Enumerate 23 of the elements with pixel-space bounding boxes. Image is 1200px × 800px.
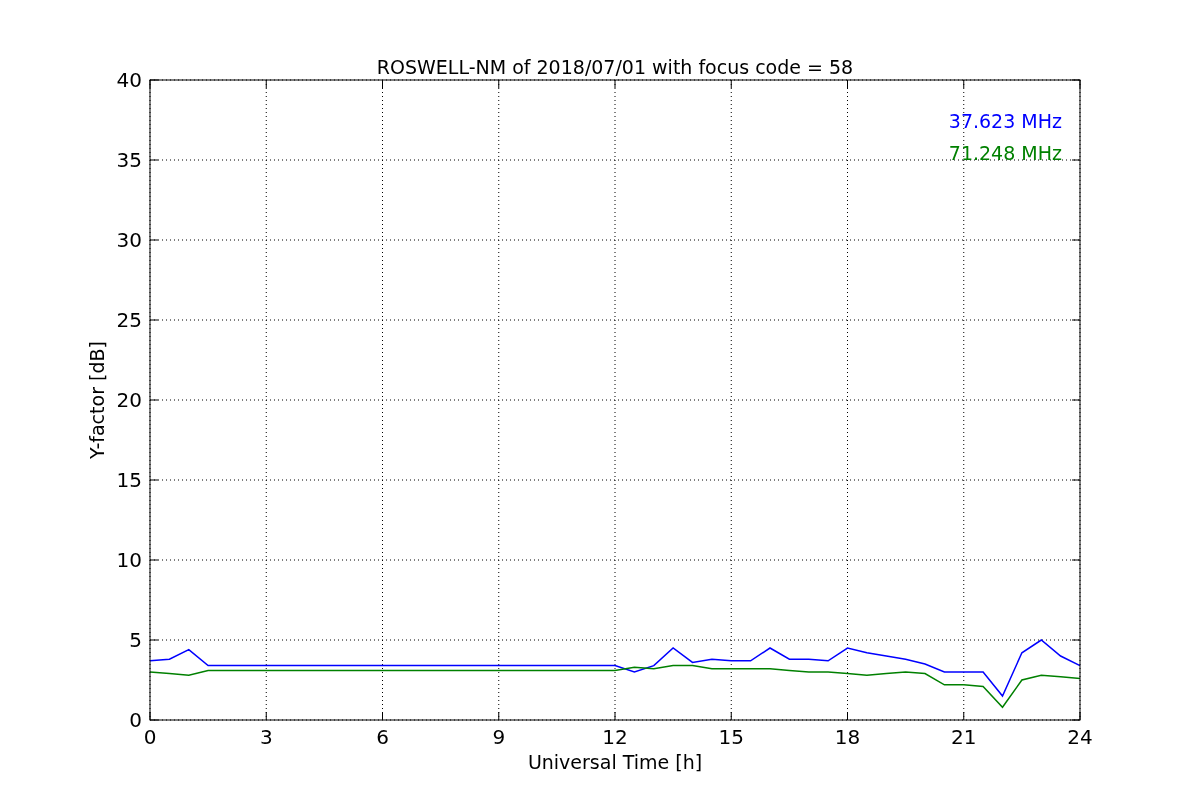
tick-label: 6 [376,725,389,749]
y-axis-label: Y-factor [dB] [86,341,108,459]
tick-label: 3 [259,725,273,749]
tick-label: 18 [834,725,861,749]
tick-label: 40 [116,68,142,92]
tick-label: 0 [143,725,157,749]
x-axis-label: Universal Time [h] [527,751,703,773]
tick-label: 30 [116,228,142,252]
tick-label: 35 [116,148,142,172]
tick-label: 24 [1067,725,1093,749]
tick-label: 10 [116,548,142,572]
legend-label: 71.248 MHz [948,142,1062,164]
tick-label: 0 [129,708,142,732]
chart-title: ROSWELL-NM of 2018/07/01 with focus code = 58 [376,56,854,78]
tick-label: 15 [116,468,142,492]
tick-label: 15 [718,725,744,749]
tick-label: 9 [492,725,506,749]
legend-label: 37.623 MHz [948,110,1062,132]
tick-label: 20 [116,388,142,412]
tick-label: 12 [602,725,628,749]
tick-label: 25 [116,308,142,332]
tick-label: 21 [951,725,977,749]
tick-label: 5 [129,628,142,652]
